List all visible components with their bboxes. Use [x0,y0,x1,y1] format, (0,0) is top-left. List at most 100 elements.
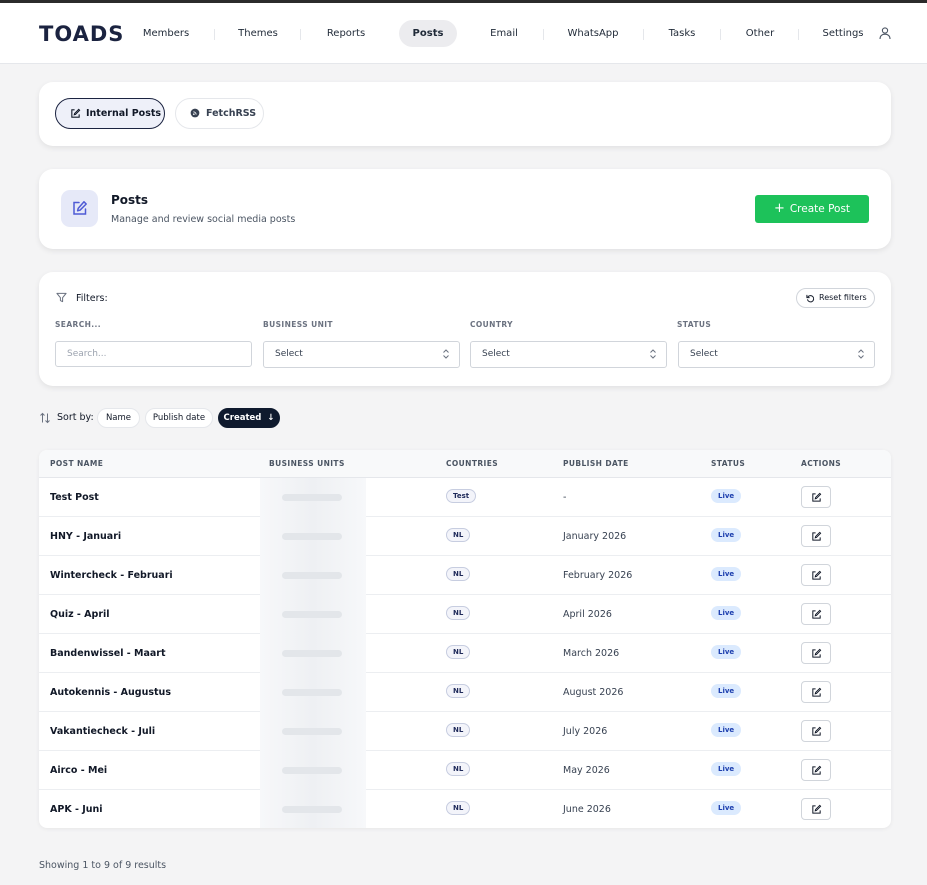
search-input[interactable]: Search... [55,341,252,367]
table-row[interactable]: Wintercheck - Februari NL February 2026 Liv… [39,556,891,595]
table-row[interactable]: HNY - Januari NL January 2026 Live [39,517,891,556]
tab-fetchrss[interactable]: FetchRSS [175,98,264,129]
reset-icon [806,294,815,303]
edit-post-button[interactable] [801,603,831,625]
nav-members[interactable]: Members [133,20,199,47]
country-select[interactable]: Select [470,341,667,368]
nav-tasks[interactable]: Tasks [657,20,707,47]
business-units-redacted [260,634,366,673]
create-post-button[interactable]: + Create Post [755,195,869,223]
nav-other[interactable]: Other [735,20,785,47]
nav-posts[interactable]: Posts [399,20,457,47]
nav-email[interactable]: Email [480,20,528,47]
edit-post-button[interactable] [801,564,831,586]
country-badge: NL [446,684,471,698]
col-publish-date[interactable]: PUBLISH DATE [563,459,629,468]
publish-date: April 2026 [563,609,612,620]
filters-card: Filters: Reset filters SEARCH... BUSINES… [39,272,891,386]
business-unit-select[interactable]: Select [263,341,460,368]
chevron-updown-icon [858,349,864,359]
table-row[interactable]: Test Post Test - Live [39,478,891,517]
reset-filters-button[interactable]: Reset filters [796,288,875,308]
table-row[interactable]: Vakantiecheck - Juli NL July 2026 Live [39,712,891,751]
filter-icon [56,292,67,303]
posts-header-card: Posts Manage and review social media pos… [39,169,891,249]
business-units-redacted [260,478,366,517]
edit-post-button[interactable] [801,681,831,703]
post-name: Test Post [50,492,99,503]
app-logo[interactable]: TOADS [39,22,124,46]
user-icon[interactable] [878,26,892,40]
top-nav-bar: TOADS Members Themes Reports Posts Email… [0,3,927,64]
nav-separator [643,29,644,40]
col-actions: ACTIONS [801,459,842,468]
country-badge: Test [446,489,477,503]
nav-whatsapp[interactable]: WhatsApp [557,20,629,47]
sort-created-chip[interactable]: Created ↓ [218,408,280,428]
status-badge: Live [711,567,742,581]
country-badge: NL [446,645,471,659]
table-row[interactable]: Airco - Mei NL May 2026 Live [39,751,891,790]
business-units-redacted [260,517,366,556]
sort-publish-date-chip[interactable]: Publish date [145,408,213,428]
business-unit-label: BUSINESS UNIT [263,320,333,329]
business-units-redacted [260,790,366,828]
arrow-down-icon: ↓ [267,413,275,423]
sort-arrows-icon [40,412,50,424]
country-value: Select [482,349,510,359]
post-name: Airco - Mei [50,765,108,776]
sort-name-chip[interactable]: Name [97,408,140,428]
nav-reports[interactable]: Reports [315,20,377,47]
publish-date: May 2026 [563,765,610,776]
reset-filters-label: Reset filters [819,293,867,302]
page-title: Posts [111,193,149,207]
publish-date: August 2026 [563,687,624,698]
nav-separator [543,29,544,40]
posts-table: POST NAME BUSINESS UNITS COUNTRIES PUBLI… [39,450,891,828]
edit-icon [71,108,81,118]
edit-icon [812,570,822,580]
col-countries[interactable]: COUNTRIES [446,459,498,468]
publish-date: February 2026 [563,570,633,581]
tab-fetchrss-label: FetchRSS [206,108,257,119]
business-units-redacted [260,751,366,790]
edit-post-button[interactable] [801,486,831,508]
status-badge: Live [711,645,742,659]
table-row[interactable]: APK - Juni NL June 2026 Live [39,790,891,828]
table-row[interactable]: Quiz - April NL April 2026 Live [39,595,891,634]
edit-post-button[interactable] [801,720,831,742]
chevron-updown-icon [443,349,449,359]
edit-post-button[interactable] [801,798,831,820]
sort-created-label: Created [223,413,262,423]
nav-separator [720,29,721,40]
publish-date: June 2026 [563,804,611,815]
posts-icon-box [61,190,98,227]
business-units-redacted [260,556,366,595]
tab-internal-posts-label: Internal Posts [86,108,162,119]
col-post-name[interactable]: POST NAME [50,459,103,468]
col-status[interactable]: STATUS [711,459,745,468]
tab-internal-posts[interactable]: Internal Posts [55,98,165,129]
status-badge: Live [711,723,742,737]
edit-icon [73,201,87,215]
table-row[interactable]: Bandenwissel - Maart NL March 2026 Live [39,634,891,673]
status-badge: Live [711,762,742,776]
edit-post-button[interactable] [801,642,831,664]
country-badge: NL [446,606,471,620]
edit-icon [812,609,822,619]
post-name: HNY - Januari [50,531,122,542]
business-units-redacted [260,595,366,634]
edit-icon [812,765,822,775]
nav-themes[interactable]: Themes [228,20,288,47]
source-tabs-card: Internal Posts FetchRSS [39,82,891,146]
edit-post-button[interactable] [801,759,831,781]
status-badge: Live [711,528,742,542]
col-business-units[interactable]: BUSINESS UNITS [269,459,345,468]
status-select[interactable]: Select [678,341,875,368]
edit-post-button[interactable] [801,525,831,547]
status-badge: Live [711,684,742,698]
nav-settings[interactable]: Settings [812,20,874,47]
table-row[interactable]: Autokennis - Augustus NL August 2026 Live [39,673,891,712]
pagination-summary: Showing 1 to 9 of 9 results [39,860,167,871]
table-header: POST NAME BUSINESS UNITS COUNTRIES PUBLI… [39,450,891,478]
